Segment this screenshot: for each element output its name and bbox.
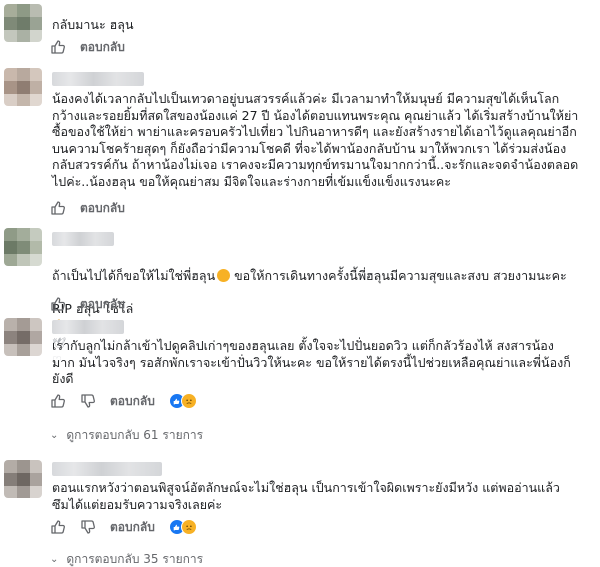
avatar[interactable]	[4, 228, 42, 266]
comment-text: เรากับลูกไม่กล้าเข้าไปดูคลิปเก่าๆของฮลุน…	[52, 338, 571, 386]
reply-button[interactable]: ตอบกลับ	[80, 295, 125, 314]
avatar[interactable]	[4, 318, 42, 356]
dislike-icon[interactable]	[80, 519, 96, 535]
comment-text: น้องคงได้เวลากลับไปเป็นเทวดาอยู่บนสวรรค์…	[52, 91, 579, 189]
avatar[interactable]	[4, 68, 42, 106]
view-replies-label: ดูการตอบกลับ 35 รายการ	[66, 552, 204, 566]
reply-button[interactable]: ตอบกลับ	[80, 199, 125, 218]
like-icon[interactable]	[50, 519, 66, 535]
reply-button[interactable]: ตอบกลับ	[80, 38, 125, 57]
sad-reaction-icon	[180, 393, 197, 409]
like-icon[interactable]	[50, 200, 66, 216]
comment-actions: ตอบกลับ	[50, 294, 125, 314]
author-name[interactable]	[52, 232, 114, 246]
author-name[interactable]	[52, 462, 162, 476]
comment-actions: ตอบกลับ	[50, 517, 197, 537]
comment-text: กลับมานะ ฮลุน	[52, 17, 134, 32]
comment-text-b: ขอให้การเดินทางครั้งนี้พี่ฮลุนมีความสุขแ…	[230, 267, 567, 283]
chevron-down-icon: ⌄	[50, 554, 59, 565]
comment-text-a: ถ้าเป็นไปได้ก็ขอให้ไม่ใช่พี่ฮลุน	[52, 267, 216, 283]
author-name[interactable]	[52, 72, 144, 86]
comment-actions: ตอบกลับ	[50, 198, 125, 218]
reactions-summary[interactable]	[168, 519, 197, 535]
view-replies-link[interactable]: ⌄ ดูการตอบกลับ 35 รายการ	[50, 550, 203, 567]
sad-reaction-icon	[180, 519, 197, 535]
reactions-summary[interactable]	[168, 393, 197, 409]
dislike-icon[interactable]	[80, 393, 96, 409]
sad-emoji-icon	[217, 268, 231, 282]
view-replies-link[interactable]: ⌄ ดูการตอบกลับ 61 รายการ	[50, 426, 203, 445]
author-name[interactable]	[52, 320, 124, 334]
like-icon[interactable]	[50, 39, 66, 55]
comment-actions: ตอบกลับ	[50, 37, 125, 57]
comment-text: ตอนแรกหวังว่าตอนพิสูจน์อัตลักษณ์จะไม่ใช่…	[52, 480, 560, 512]
like-icon[interactable]	[50, 296, 66, 312]
reply-button[interactable]: ตอบกลับ	[110, 392, 155, 411]
like-icon[interactable]	[50, 393, 66, 409]
view-replies-label: ดูการตอบกลับ 61 รายการ	[66, 428, 204, 442]
chevron-down-icon: ⌄	[50, 430, 59, 441]
avatar[interactable]	[4, 4, 42, 42]
reply-button[interactable]: ตอบกลับ	[110, 518, 155, 537]
avatar[interactable]	[4, 460, 42, 498]
comment-actions: ตอบกลับ	[50, 391, 197, 411]
